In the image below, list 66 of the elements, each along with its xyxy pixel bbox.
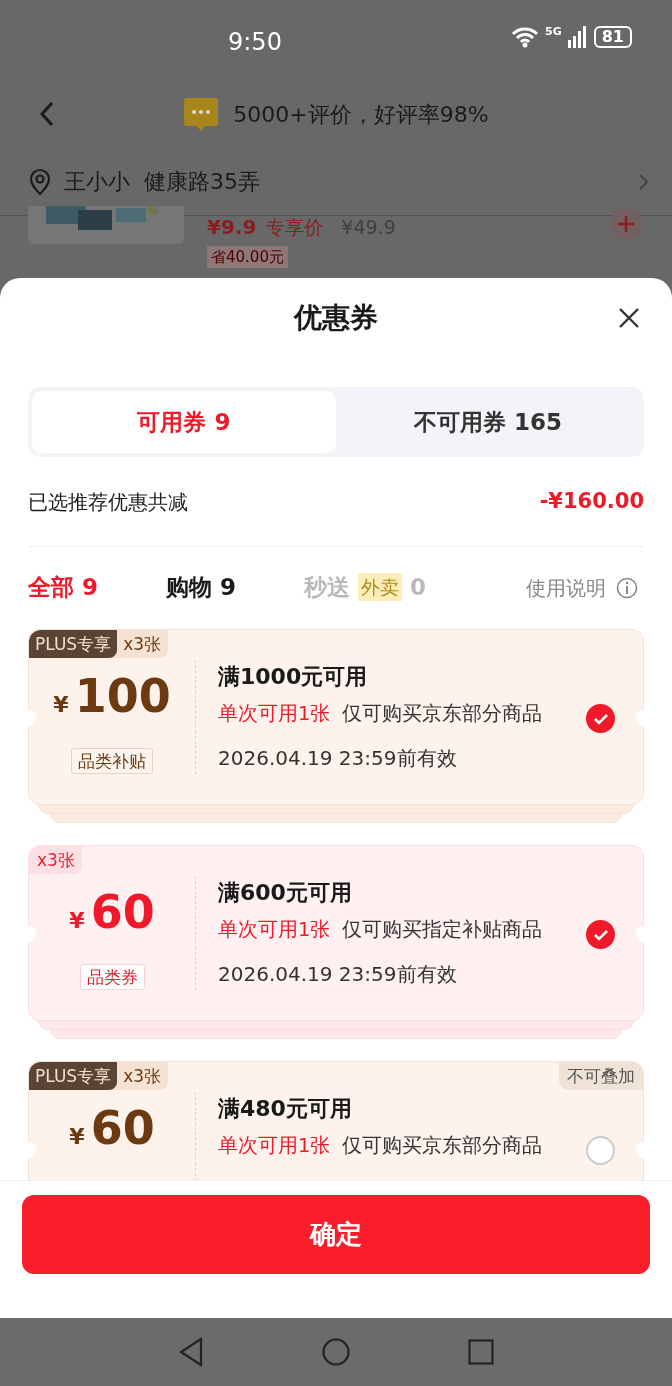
location-pin-icon <box>28 167 52 196</box>
service-tag: 外卖 <box>358 572 403 602</box>
add-button[interactable] <box>610 208 642 240</box>
expiry-date: 2026.04.19 23:59前有效 <box>218 745 458 772</box>
tab[interactable]: 可用券 9 <box>32 391 336 453</box>
battery-level: 81 <box>593 26 632 48</box>
currency-symbol: ¥ <box>69 1123 85 1151</box>
coupon-checkbox[interactable] <box>586 704 615 733</box>
recents-nav-icon[interactable] <box>467 1339 494 1365</box>
membership-badge: PLUS专享 <box>29 630 118 658</box>
coupon-checkbox[interactable] <box>586 1136 615 1165</box>
coupon-amount: 60 <box>90 1100 155 1156</box>
coupon-amount: 100 <box>74 668 171 724</box>
signal-icon <box>567 26 588 48</box>
usage-scope: 仅可购买指定补贴商品 <box>342 917 543 943</box>
price-label: 专享价 <box>266 215 324 240</box>
checkmark-icon <box>592 928 609 941</box>
expiry-date: 2026.04.19 23:59前有效 <box>218 961 458 988</box>
network-type: 5G <box>545 26 562 37</box>
address-name: 王小小 <box>64 168 130 196</box>
tab[interactable]: 不可用券 165 <box>336 391 640 453</box>
filter-count: 9 <box>220 572 237 602</box>
home-nav-icon[interactable] <box>321 1337 351 1367</box>
back-icon[interactable] <box>38 100 56 128</box>
filter-label: 全部 <box>28 572 74 602</box>
category-tag: 品类补贴 <box>71 748 153 774</box>
filter-label: 秒送 <box>304 572 351 602</box>
currency-symbol: ¥ <box>53 691 69 719</box>
coupon-amount: 60 <box>90 884 155 940</box>
confirm-button[interactable]: 确定 <box>22 1195 650 1274</box>
usage-scope: 仅可购买京东部分商品 <box>342 1133 543 1159</box>
sheet-title: 优惠券 <box>294 300 378 336</box>
filter-count: 9 <box>82 572 98 602</box>
product-price: ¥9.9 <box>207 214 257 241</box>
usage-scope: 仅可购买京东部分商品 <box>342 701 543 727</box>
review-summary: 5000+评价，好评率98% <box>233 100 489 129</box>
membership-badge: PLUS专享 <box>29 1062 118 1090</box>
category-tag: 品类券 <box>79 964 145 990</box>
currency-symbol: ¥ <box>69 907 85 935</box>
saving-badge: 省40.00元 <box>207 246 288 268</box>
chevron-right-icon[interactable] <box>638 171 650 192</box>
chat-icon <box>183 96 220 132</box>
status-time: 9:50 <box>228 27 282 58</box>
filter-tab[interactable]: 购物 9 <box>166 569 237 605</box>
wifi-icon <box>511 26 540 48</box>
discount-total: -¥160.00 <box>539 487 644 515</box>
usage-limit: 单次可用1张 <box>218 917 331 943</box>
quantity-badge: x3张 <box>29 846 82 874</box>
plus-icon <box>617 215 635 233</box>
coupon-condition: 满1000元可用 <box>218 663 369 691</box>
summary-label: 已选推荐优惠共减 <box>28 488 188 516</box>
usage-limit: 单次可用1张 <box>218 701 331 727</box>
close-icon[interactable] <box>618 307 640 329</box>
coupon-condition: 满600元可用 <box>218 879 353 907</box>
checkmark-icon <box>592 712 609 725</box>
back-nav-icon[interactable] <box>178 1337 205 1367</box>
coupon-checkbox[interactable] <box>586 920 615 949</box>
filter-label: 购物 <box>166 572 212 602</box>
usage-limit: 单次可用1张 <box>218 1133 331 1159</box>
stacking-tag: 不可叠加 <box>559 1062 643 1090</box>
help-link[interactable]: 使用说明 <box>526 573 638 603</box>
filter-count: 0 <box>410 572 427 602</box>
filter-tab[interactable]: 全部 9 <box>28 569 98 605</box>
info-icon <box>616 577 638 599</box>
coupon-condition: 满480元可用 <box>218 1095 353 1123</box>
address-street: 健康路35弄 <box>144 168 260 196</box>
